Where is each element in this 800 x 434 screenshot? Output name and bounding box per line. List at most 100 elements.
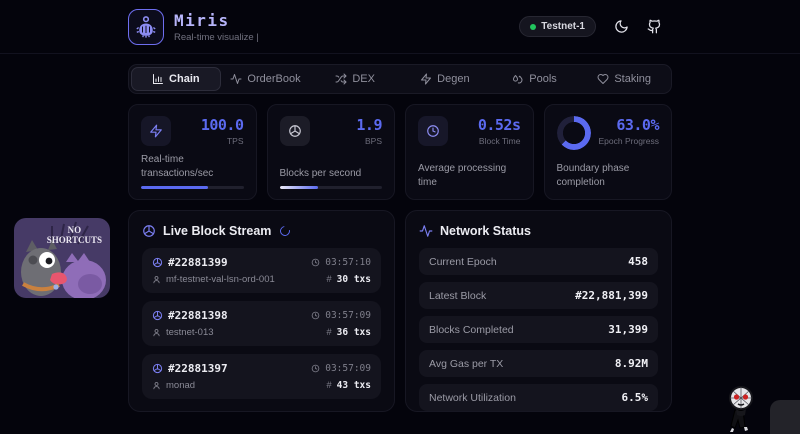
block-id: #22881398 bbox=[168, 309, 228, 322]
github-link-button[interactable] bbox=[647, 19, 662, 34]
tab-label: OrderBook bbox=[247, 73, 300, 85]
stat-card-epoch: 63.0% Epoch Progress Boundary phase comp… bbox=[544, 104, 673, 200]
block-time: 03:57:09 bbox=[325, 310, 371, 321]
tab-chain[interactable]: Chain bbox=[131, 67, 221, 91]
block-time: 03:57:09 bbox=[325, 363, 371, 374]
tab-pools[interactable]: Pools bbox=[490, 67, 580, 91]
tab-dex[interactable]: DEX bbox=[310, 67, 400, 91]
zap-icon bbox=[420, 73, 432, 85]
brand: Miris Real-time visualize | bbox=[174, 11, 259, 43]
epoch-description: Boundary phase completion bbox=[557, 162, 637, 189]
status-list: Current Epoch 458 Latest Block #22,881,3… bbox=[419, 248, 658, 411]
app-subtitle: Real-time visualize | bbox=[174, 32, 259, 43]
panels-row: Live Block Stream #22881399 bbox=[128, 210, 672, 412]
stat-card-bps: 1.9 BPS Blocks per second bbox=[267, 104, 396, 200]
status-value: 458 bbox=[628, 255, 648, 268]
tps-value: 100.0 bbox=[201, 116, 244, 134]
block-validator: testnet-013 bbox=[166, 327, 214, 338]
tab-degen[interactable]: Degen bbox=[400, 67, 490, 91]
zap-icon bbox=[141, 116, 171, 146]
block-id: #22881399 bbox=[168, 256, 228, 269]
block-list-item[interactable]: #22881397 03:57:09 bbox=[142, 354, 381, 399]
cube-icon bbox=[152, 363, 163, 374]
online-dot-icon bbox=[530, 24, 536, 30]
tab-label: Staking bbox=[614, 73, 651, 85]
clock-icon bbox=[418, 116, 448, 146]
main-content: Chain OrderBook DEX bbox=[128, 64, 672, 412]
status-label: Avg Gas per TX bbox=[429, 358, 503, 370]
stat-card-tps: 100.0 TPS Real-time transactions/sec bbox=[128, 104, 257, 200]
tab-label: Chain bbox=[169, 73, 200, 85]
status-label: Current Epoch bbox=[429, 256, 497, 268]
bps-value: 1.9 bbox=[356, 116, 382, 134]
block-stream-title: Live Block Stream bbox=[163, 224, 271, 238]
cube-icon bbox=[152, 310, 163, 321]
block-txs: 36 txs bbox=[337, 327, 371, 338]
tab-staking[interactable]: Staking bbox=[579, 67, 669, 91]
stats-grid: 100.0 TPS Real-time transactions/sec 1.9 bbox=[128, 104, 672, 200]
status-row-avg-gas: Avg Gas per TX 8.92M bbox=[419, 350, 658, 377]
skull-mascot-sprite-image bbox=[723, 384, 761, 434]
sticker-caption: NO SHORTCUTS bbox=[47, 225, 102, 246]
heart-icon bbox=[597, 73, 609, 85]
cube-icon bbox=[152, 257, 163, 268]
block-list: #22881399 03:57:10 bbox=[142, 248, 381, 399]
network-status-badge: Testnet-1 bbox=[519, 16, 596, 37]
hash-symbol: # bbox=[326, 327, 331, 338]
tps-description: Real-time transactions/sec bbox=[141, 153, 244, 180]
status-row-latest-block: Latest Block #22,881,399 bbox=[419, 282, 658, 309]
blocktime-value: 0.52s bbox=[478, 116, 521, 134]
status-value: 31,399 bbox=[608, 323, 648, 336]
view-tabbar: Chain OrderBook DEX bbox=[128, 64, 672, 94]
tab-label: Degen bbox=[437, 73, 469, 85]
moon-icon bbox=[614, 19, 629, 34]
tab-orderbook[interactable]: OrderBook bbox=[221, 67, 311, 91]
shuffle-icon bbox=[335, 73, 347, 85]
tab-label: Pools bbox=[529, 73, 557, 85]
bps-description: Blocks per second bbox=[280, 167, 383, 181]
network-status-panel: Network Status Current Epoch 458 Latest … bbox=[405, 210, 672, 412]
stat-card-blocktime: 0.52s Block Time Average processing time bbox=[405, 104, 534, 200]
status-value: 8.92M bbox=[615, 357, 648, 370]
miris-creature-icon bbox=[134, 15, 158, 39]
droplet-icon bbox=[512, 73, 524, 85]
epoch-unit: Epoch Progress bbox=[599, 136, 659, 146]
tps-unit: TPS bbox=[201, 136, 244, 146]
user-icon bbox=[152, 275, 161, 284]
bps-unit: BPS bbox=[356, 136, 382, 146]
block-id: #22881397 bbox=[168, 362, 228, 375]
status-label: Network Utilization bbox=[429, 392, 516, 404]
app-title: Miris bbox=[174, 11, 259, 30]
network-status-title: Network Status bbox=[440, 224, 531, 238]
app-header: Miris Real-time visualize | Testnet-1 bbox=[0, 0, 800, 54]
clock-icon bbox=[311, 258, 320, 267]
epoch-progress-ring bbox=[557, 116, 591, 150]
clock-icon bbox=[311, 311, 320, 320]
corner-widget-chip[interactable] bbox=[770, 400, 800, 434]
cube-icon bbox=[280, 116, 310, 146]
status-value: 6.5% bbox=[622, 391, 649, 404]
no-shortcuts-sticker-image: NO SHORTCUTS bbox=[14, 218, 110, 298]
blocktime-description: Average processing time bbox=[418, 162, 521, 189]
status-value: #22,881,399 bbox=[575, 289, 648, 302]
user-icon bbox=[152, 328, 161, 337]
miris-dashboard: Miris Real-time visualize | Testnet-1 bbox=[0, 0, 800, 434]
bar-chart-icon bbox=[152, 73, 164, 85]
tps-progress-bar bbox=[141, 186, 244, 189]
clock-icon bbox=[311, 364, 320, 373]
tab-label: DEX bbox=[352, 73, 375, 85]
status-label: Blocks Completed bbox=[429, 324, 514, 336]
theme-toggle-button[interactable] bbox=[614, 19, 629, 34]
status-row-current-epoch: Current Epoch 458 bbox=[419, 248, 658, 275]
block-list-item[interactable]: #22881398 03:57:09 bbox=[142, 301, 381, 346]
network-badge-label: Testnet-1 bbox=[541, 21, 585, 32]
epoch-value: 63.0% bbox=[599, 116, 659, 134]
activity-icon bbox=[230, 73, 242, 85]
loading-spinner-icon bbox=[278, 224, 292, 238]
block-validator: mf-testnet-val-lsn-ord-001 bbox=[166, 274, 275, 285]
block-list-item[interactable]: #22881399 03:57:10 bbox=[142, 248, 381, 293]
hash-symbol: # bbox=[326, 380, 331, 391]
activity-icon bbox=[419, 224, 433, 238]
miris-logo[interactable] bbox=[128, 9, 164, 45]
block-txs: 30 txs bbox=[337, 274, 371, 285]
